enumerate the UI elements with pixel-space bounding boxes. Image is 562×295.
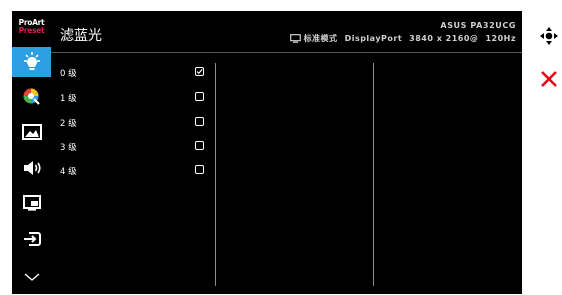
status-line: 标准模式 DisplayPort 3840 x 2160@ 120Hz [289, 33, 516, 44]
checkbox-checked[interactable] [195, 67, 204, 76]
preset-mode: 标准模式 [303, 34, 338, 43]
sidebar-item-blue-light-filter[interactable] [12, 47, 51, 77]
sidebar-item-color[interactable] [12, 82, 51, 112]
resolution: 3840 x 2160@ [409, 34, 479, 43]
page-title: 滤蓝光 [60, 28, 102, 44]
proart-preset-button[interactable]: ProArt Preset [12, 11, 51, 43]
column-divider-1 [215, 63, 216, 286]
option-level-1[interactable]: 1 级 [51, 89, 214, 113]
monitor-icon [289, 34, 301, 43]
option-label: 2 级 [60, 119, 77, 129]
brand-line-2: Preset [18, 26, 45, 35]
sidebar-item-sound[interactable] [12, 153, 51, 183]
osd-menu: ProArt Preset 滤蓝光 ASUS PA32UCG 标准模式 Disp… [12, 11, 522, 294]
column-divider-2 [373, 63, 374, 286]
sidebar-item-image[interactable] [12, 117, 51, 147]
image-icon [21, 124, 42, 140]
option-label: 0 级 [60, 69, 77, 79]
option-level-0[interactable]: 0 级 [51, 64, 214, 88]
option-level-2[interactable]: 2 级 [51, 114, 214, 138]
model-name: ASUS PA32UCG [440, 21, 516, 30]
checkbox[interactable] [195, 117, 204, 126]
sidebar: ProArt Preset [12, 11, 51, 294]
input-source: DisplayPort [344, 34, 403, 43]
input-select-icon [22, 230, 42, 248]
navigate-button[interactable] [539, 26, 559, 46]
sidebar-item-input-select[interactable] [12, 224, 51, 254]
header: 滤蓝光 ASUS PA32UCG 标准模式 DisplayPort 3840 x… [51, 11, 522, 52]
sidebar-scroll-down[interactable] [12, 262, 51, 292]
pip-icon [22, 195, 41, 211]
checkbox[interactable] [195, 165, 204, 174]
close-icon [539, 69, 559, 89]
color-icon [22, 87, 42, 107]
five-way-navigation-icon [539, 26, 559, 46]
sound-icon [22, 160, 42, 176]
option-level-3[interactable]: 3 级 [51, 138, 214, 162]
option-label: 1 级 [60, 94, 77, 104]
header-divider [51, 52, 522, 53]
blue-light-filter-icon [21, 51, 43, 73]
option-label: 4 级 [60, 167, 77, 177]
close-button[interactable] [539, 69, 559, 89]
checkbox[interactable] [195, 141, 204, 150]
refresh-rate: 120Hz [485, 34, 516, 43]
chevron-down-icon [24, 272, 40, 282]
checkbox[interactable] [195, 92, 204, 101]
option-label: 3 级 [60, 143, 77, 153]
option-level-4[interactable]: 4 级 [51, 162, 214, 186]
sidebar-item-pip[interactable] [12, 188, 51, 218]
